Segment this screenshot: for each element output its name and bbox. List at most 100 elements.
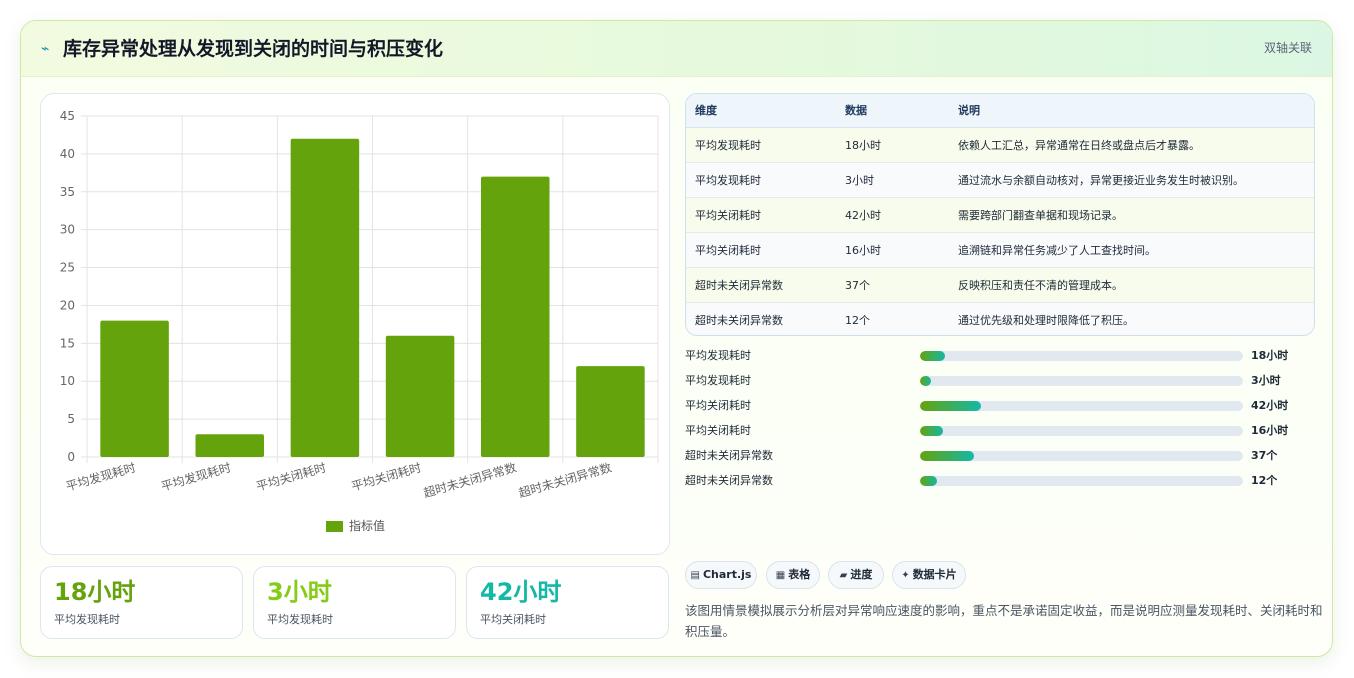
table-row: 超时未关闭异常数 37个 反映积压和责任不清的管理成本。	[686, 267, 1314, 303]
x-tick-label: 平均发现耗时	[64, 459, 137, 493]
value-cell: 37个	[836, 267, 949, 303]
stat-card: 3小时 平均发现耗时	[253, 566, 456, 639]
chip-4[interactable]: ✦ 数据卡片	[892, 561, 966, 589]
chip-3[interactable]: ▰ 进度	[828, 561, 884, 589]
note-cell: 依赖人工汇总，异常通常在日终或盘点后才暴露。	[949, 127, 1314, 163]
legend-label: 指标值	[349, 518, 385, 533]
note-cell: 需要跨部门翻查单据和现场记录。	[949, 197, 1314, 233]
progress-label: 平均关闭耗时	[685, 399, 751, 412]
progress-track	[920, 426, 1243, 436]
zigzag-arrow-icon: ⌁	[41, 41, 50, 57]
y-tick-label: 45	[60, 109, 75, 123]
column-header: 维度	[686, 94, 836, 128]
table-row: 平均发现耗时 18小时 依赖人工汇总，异常通常在日终或盘点后才暴露。	[686, 127, 1314, 163]
progress-value: 12个	[1251, 474, 1278, 487]
progress-icon: ▰	[839, 570, 848, 581]
y-tick-label: 25	[60, 261, 75, 275]
y-tick-label: 0	[67, 450, 75, 464]
x-tick-label: 平均关闭耗时	[350, 460, 423, 493]
dimension-cell: 超时未关闭异常数	[686, 302, 836, 335]
progress-fill	[920, 451, 974, 461]
chip-2[interactable]: ▦ 表格	[766, 561, 820, 589]
chip-label: Chart.js	[702, 568, 752, 581]
progress-row: 平均发现耗时 3小时	[685, 371, 1315, 396]
legend-swatch	[326, 521, 343, 532]
chart-bar[interactable]	[195, 434, 265, 457]
chip-label: 表格	[788, 568, 811, 581]
value-cell: 3小时	[836, 162, 949, 198]
y-tick-label: 5	[67, 412, 75, 426]
dimension-cell: 平均发现耗时	[686, 127, 836, 163]
data-table-panel: 维度 数据 说明 平均发现耗时 18小时 依赖人工汇总，异常通常在日终或盘点后才暴露…	[685, 93, 1315, 336]
progress-label: 平均发现耗时	[685, 349, 751, 362]
progress-label: 超时未关闭异常数	[685, 449, 773, 462]
chip-label: 数据卡片	[912, 568, 957, 581]
note-cell: 通过流水与余额自动核对，异常更接近业务发生时被识别。	[949, 162, 1314, 198]
chart-icon: ▤	[690, 570, 700, 581]
progress-track	[920, 351, 1243, 361]
page-title: 库存异常处理从发现到关闭的时间与积压变化	[63, 38, 444, 60]
progress-value: 37个	[1251, 449, 1278, 462]
chip-label: 进度	[850, 568, 873, 581]
stat-value: 3小时	[267, 578, 332, 606]
value-cell: 16小时	[836, 232, 949, 268]
stat-label: 平均发现耗时	[54, 613, 120, 626]
note-cell: 反映积压和责任不清的管理成本。	[949, 267, 1314, 303]
progress-fill	[920, 351, 945, 361]
table-row: 超时未关闭异常数 12个 通过优先级和处理时限降低了积压。	[686, 302, 1314, 335]
y-tick-label: 30	[60, 223, 75, 237]
stat-value: 18小时	[54, 578, 136, 606]
progress-row: 平均发现耗时 18小时	[685, 346, 1315, 371]
note-cell: 通过优先级和处理时限降低了积压。	[949, 302, 1314, 335]
table-icon: ▦	[775, 570, 786, 581]
chart-bar[interactable]	[480, 176, 550, 457]
bar-chart-panel: 0 5 10 15 20 25 30 35 40 45 平均发现耗时 平均发现耗时 平均关闭耗时 平均关闭…	[40, 93, 670, 555]
dimension-cell: 超时未关闭异常数	[686, 267, 836, 303]
column-header: 数据	[836, 94, 949, 128]
table-row: 平均关闭耗时 42小时 需要跨部门翻查单据和现场记录。	[686, 197, 1314, 233]
bar-chart: 051015202530354045平均发现耗时 平均发现耗时 平均关闭耗时 平均关闭…	[60, 109, 659, 533]
table-row: 平均发现耗时 3小时 通过流水与余额自动核对，异常更接近业务发生时被识别。	[686, 162, 1314, 198]
progress-value: 3小时	[1251, 374, 1281, 387]
progress-label: 平均关闭耗时	[685, 424, 751, 437]
chip-1[interactable]: ▤ Chart.js	[685, 561, 757, 589]
dimension-cell: 平均发现耗时	[686, 162, 836, 198]
x-tick-label: 平均关闭耗时	[255, 460, 328, 493]
progress-row: 平均关闭耗时 16小时	[685, 421, 1315, 446]
value-cell: 12个	[836, 302, 949, 335]
dimension-cell: 平均关闭耗时	[686, 232, 836, 268]
stat-value: 42小时	[480, 578, 562, 606]
chart-legend[interactable]: 指标值	[326, 518, 385, 533]
stat-card: 42小时平均关闭耗时	[466, 566, 669, 639]
chart-bar[interactable]	[576, 366, 645, 457]
x-tick-label: 平均发现耗时	[159, 459, 232, 493]
progress-label: 超时未关闭异常数	[685, 474, 773, 487]
dimension-cell: 平均关闭耗时	[686, 197, 836, 233]
chart-bar[interactable]	[290, 138, 360, 457]
y-tick-label: 35	[60, 185, 75, 199]
progress-track	[920, 451, 1243, 461]
value-cell: 18小时	[836, 127, 949, 163]
column-header: 说明	[949, 94, 1314, 128]
stat-card: 18小时平均发现耗时	[40, 566, 243, 639]
progress-value: 16小时	[1251, 424, 1289, 437]
progress-track	[920, 476, 1243, 486]
chart-bar[interactable]	[385, 335, 455, 457]
stat-label: 平均关闭耗时	[480, 613, 546, 626]
progress-row: 平均关闭耗时 42小时	[685, 396, 1315, 421]
progress-value: 42小时	[1251, 399, 1289, 412]
progress-fill	[920, 426, 943, 436]
header-tag: 双轴关联	[1263, 41, 1312, 55]
dashboard-card: ⌁ 库存异常处理从发现到关闭的时间与积压变化 双轴关联 0 5 10 15 20 25 30…	[20, 20, 1333, 657]
chart-description: 该图用情景模拟展示分析层对异常响应速度的影响，重点不是承诺固定收益，而是说明应测…	[685, 603, 1323, 639]
y-tick-label: 20	[60, 298, 75, 312]
y-tick-label: 40	[60, 147, 75, 161]
sparkle-icon: ✦	[901, 570, 910, 581]
x-tick-label: 超时未关闭异常数	[422, 459, 518, 500]
progress-list: 平均发现耗时 18小时 平均发现耗时 3小时 平均关闭耗时 42小时 平均关闭耗时 16小时超…	[685, 346, 1315, 496]
table-row: 平均关闭耗时 16小时 追溯链和异常任务减少了人工查找时间。	[686, 232, 1314, 268]
chart-bar[interactable]	[100, 320, 169, 457]
data-table: 维度 数据 说明 平均发现耗时 18小时 依赖人工汇总，异常通常在日终或盘点后才暴露…	[686, 94, 1314, 335]
progress-label: 平均发现耗时	[685, 374, 751, 387]
progress-track	[920, 401, 1243, 411]
